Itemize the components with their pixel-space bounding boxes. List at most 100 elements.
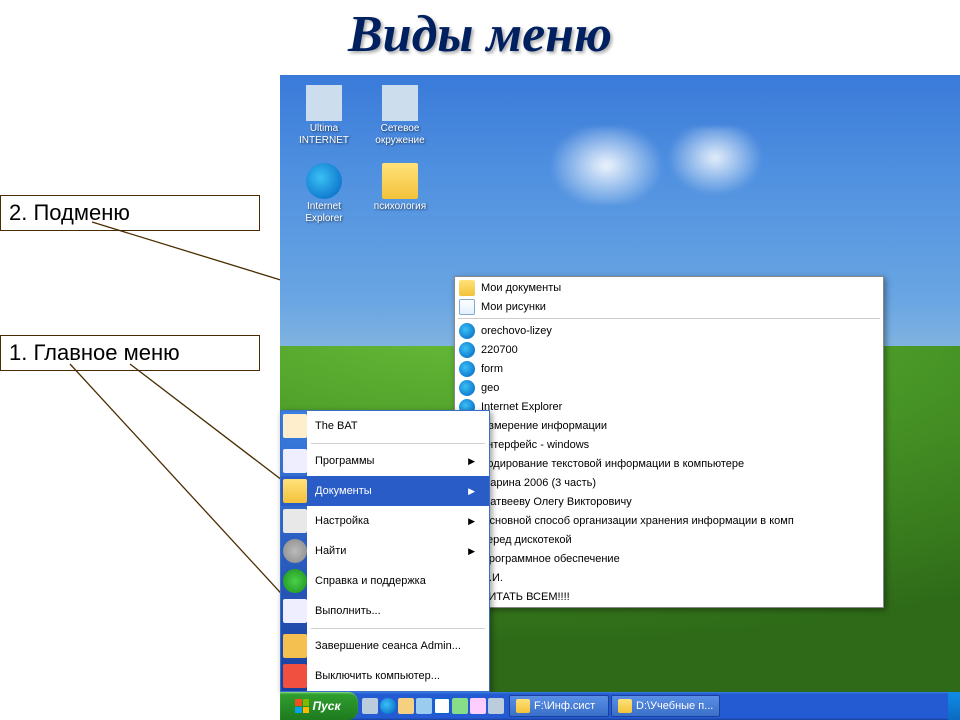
folder-icon bbox=[516, 699, 530, 713]
icon-label: психология bbox=[364, 201, 436, 213]
ie-icon bbox=[459, 361, 475, 377]
start-item-programs[interactable]: Программы▶ bbox=[281, 446, 489, 476]
start-button[interactable]: Пуск bbox=[280, 692, 358, 720]
start-item-pinned[interactable]: The BAT bbox=[281, 411, 489, 441]
app-icon[interactable] bbox=[488, 698, 504, 714]
submenu-item-my-pics[interactable]: Мои рисунки bbox=[455, 297, 883, 316]
item-label: интерфейс - windows bbox=[481, 439, 589, 451]
submenu-item[interactable]: form bbox=[455, 359, 883, 378]
submenu-item[interactable]: перед дискотекой bbox=[455, 530, 883, 549]
folder-icon bbox=[382, 163, 418, 199]
callout-submenu: 2. Подменю bbox=[0, 195, 260, 231]
slide-title: Виды меню bbox=[0, 5, 960, 64]
start-label: Пуск bbox=[312, 699, 340, 713]
search-icon bbox=[283, 539, 307, 563]
item-label: Измерение информации bbox=[481, 420, 607, 432]
start-item-help[interactable]: Справка и поддержка bbox=[281, 566, 489, 596]
pictures-icon bbox=[459, 299, 475, 315]
ie-icon[interactable] bbox=[380, 698, 396, 714]
start-menu: The BAT Программы▶ Документы ▶ Настройка▶… bbox=[280, 410, 490, 692]
documents-icon bbox=[283, 479, 307, 503]
item-label: orechovo-lizey bbox=[481, 325, 552, 337]
item-label: Найти bbox=[315, 545, 346, 557]
callout-mainmenu: 1. Главное меню bbox=[0, 335, 260, 371]
submenu-item[interactable]: интерфейс - windows bbox=[455, 435, 883, 454]
submenu-item[interactable]: Матвееву Олегу Викторовичу bbox=[455, 492, 883, 511]
submenu-documents: Мои документы Мои рисунки orechovo-lizey… bbox=[454, 276, 884, 608]
icon-label: Сетевое окружение bbox=[364, 123, 436, 146]
submenu-item[interactable]: 220700 bbox=[455, 340, 883, 359]
submenu-item-my-docs[interactable]: Мои документы bbox=[455, 278, 883, 297]
mail-icon[interactable] bbox=[398, 698, 414, 714]
start-item-logoff[interactable]: Завершение сеанса Admin... bbox=[281, 631, 489, 661]
item-label: Выполнить... bbox=[315, 605, 381, 617]
network-icon bbox=[306, 85, 342, 121]
item-label: Основной способ организации хранения инф… bbox=[481, 515, 794, 527]
desktop-icon-ultima[interactable]: Ultima INTERNET bbox=[288, 85, 360, 146]
desktop-icon-ie[interactable]: Internet Explorer bbox=[288, 163, 360, 224]
start-item-settings[interactable]: Настройка▶ bbox=[281, 506, 489, 536]
submenu-separator bbox=[458, 318, 880, 319]
start-item-search[interactable]: Найти ▶ bbox=[281, 536, 489, 566]
start-separator bbox=[311, 628, 485, 629]
item-label: Internet Explorer bbox=[481, 401, 562, 413]
submenu-item[interactable]: orechovo-lizey bbox=[455, 321, 883, 340]
taskbar-label: D:\Учебные п... bbox=[636, 700, 713, 712]
paint-icon[interactable] bbox=[470, 698, 486, 714]
submenu-item[interactable]: ЧИТАТЬ ВСЕМ!!!! bbox=[455, 587, 883, 606]
item-label: перед дискотекой bbox=[481, 534, 572, 546]
submenu-item[interactable]: geo bbox=[455, 378, 883, 397]
bat-icon bbox=[283, 414, 307, 438]
ie-icon bbox=[459, 323, 475, 339]
item-label: ЧИТАТЬ ВСЕМ!!!! bbox=[481, 591, 570, 603]
submenu-item[interactable]: Кодирование текстовой информации в компь… bbox=[455, 454, 883, 473]
icon-label: Internet Explorer bbox=[288, 201, 360, 224]
start-item-documents[interactable]: Документы ▶ bbox=[281, 476, 489, 506]
desktop-icon-network-places[interactable]: Сетевое окружение bbox=[364, 85, 436, 146]
icon-label: Ultima INTERNET bbox=[288, 123, 360, 146]
item-label: Программное обеспечение bbox=[481, 553, 620, 565]
media-icon[interactable] bbox=[416, 698, 432, 714]
settings-icon bbox=[283, 509, 307, 533]
show-desktop-icon[interactable] bbox=[362, 698, 378, 714]
start-separator bbox=[311, 443, 485, 444]
ie-icon bbox=[306, 163, 342, 199]
submenu-item[interactable]: Internet Explorer bbox=[455, 397, 883, 416]
wallpaper-clouds bbox=[552, 127, 824, 204]
programs-icon bbox=[283, 449, 307, 473]
chevron-right-icon: ▶ bbox=[468, 456, 475, 467]
item-label: The BAT bbox=[315, 420, 358, 432]
folder-icon bbox=[618, 699, 632, 713]
item-label: Завершение сеанса Admin... bbox=[315, 640, 461, 652]
item-label: Матвееву Олегу Викторовичу bbox=[481, 496, 632, 508]
system-tray[interactable] bbox=[948, 692, 960, 720]
start-item-shutdown[interactable]: Выключить компьютер... bbox=[281, 661, 489, 691]
network-places-icon bbox=[382, 85, 418, 121]
submenu-item[interactable]: Измерение информации bbox=[455, 416, 883, 435]
taskbar-button[interactable]: D:\Учебные п... bbox=[611, 695, 720, 717]
logoff-icon bbox=[283, 634, 307, 658]
item-label: Документы bbox=[315, 485, 372, 497]
quick-launch bbox=[358, 692, 508, 720]
item-label: form bbox=[481, 363, 503, 375]
submenu-item[interactable]: Марина 2006 (3 часть) bbox=[455, 473, 883, 492]
item-label: 220700 bbox=[481, 344, 518, 356]
folder-icon bbox=[459, 280, 475, 296]
submenu-item[interactable]: Основной способ организации хранения инф… bbox=[455, 511, 883, 530]
chevron-right-icon: ▶ bbox=[468, 516, 475, 527]
start-item-run[interactable]: Выполнить... bbox=[281, 596, 489, 626]
desktop-icon-folder[interactable]: психология bbox=[364, 163, 436, 213]
word-icon[interactable] bbox=[434, 698, 450, 714]
submenu-item[interactable]: С.И. bbox=[455, 568, 883, 587]
chevron-right-icon: ▶ bbox=[468, 546, 475, 557]
taskbar: Пуск F:\Инф.сист D:\Учебные п... bbox=[280, 692, 960, 720]
taskbar-button[interactable]: F:\Инф.сист bbox=[509, 695, 609, 717]
windows-logo-icon bbox=[295, 699, 309, 713]
desktop: Ultima INTERNET Сетевое окружение Intern… bbox=[280, 75, 960, 720]
item-label: Справка и поддержка bbox=[315, 575, 426, 587]
item-label: geo bbox=[481, 382, 499, 394]
item-label: Выключить компьютер... bbox=[315, 670, 440, 682]
chevron-right-icon: ▶ bbox=[468, 486, 475, 497]
excel-icon[interactable] bbox=[452, 698, 468, 714]
submenu-item[interactable]: Программное обеспечение bbox=[455, 549, 883, 568]
